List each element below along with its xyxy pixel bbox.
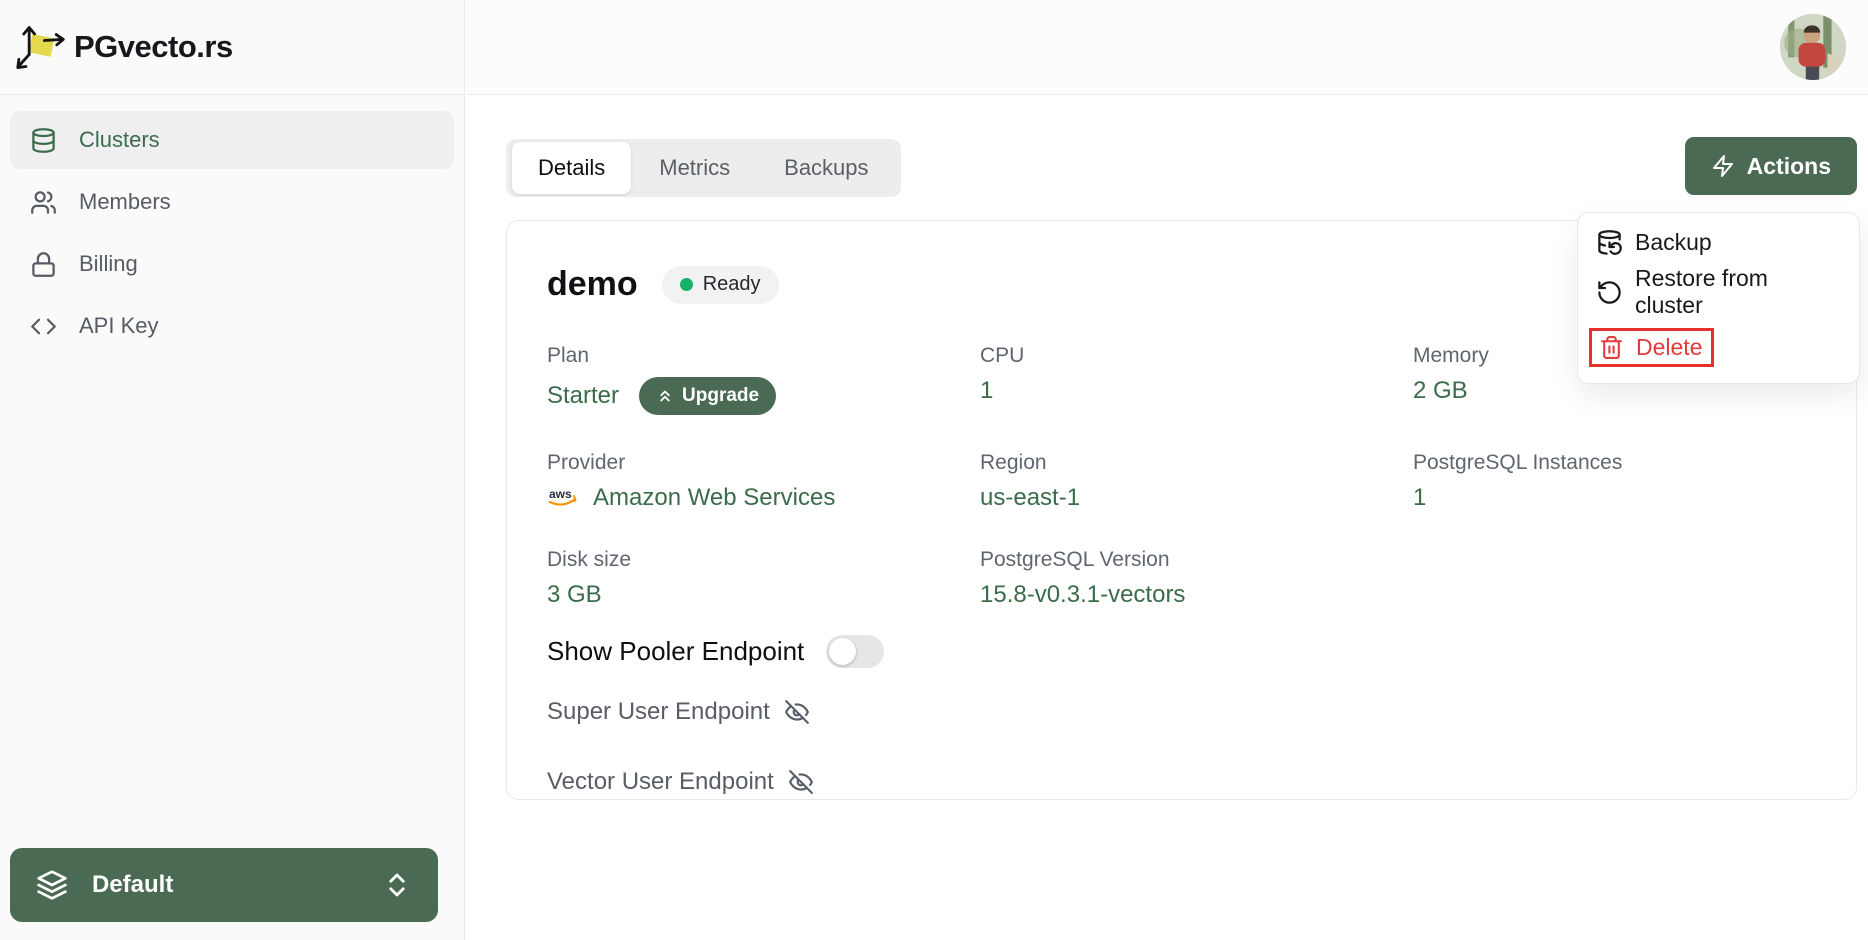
pgvectors-logo-icon bbox=[14, 21, 66, 73]
field-label: Plan bbox=[547, 344, 590, 367]
menu-item-backup[interactable]: Backup bbox=[1596, 229, 1841, 256]
super-user-endpoint-row: Super User Endpoint bbox=[547, 698, 1816, 726]
sidebar-item-billing[interactable]: Billing bbox=[10, 235, 454, 293]
actions-button[interactable]: Actions bbox=[1684, 137, 1857, 195]
menu-item-delete[interactable]: Delete bbox=[1589, 328, 1715, 367]
brand: PGvecto.rs bbox=[0, 0, 464, 95]
field-plan: Plan Starter Upgrade bbox=[547, 344, 980, 415]
field-label: Provider bbox=[547, 451, 626, 474]
sidebar-item-api-key[interactable]: API Key bbox=[10, 297, 454, 355]
eye-off-icon[interactable] bbox=[788, 769, 814, 795]
sidebar-item-label: API Key bbox=[79, 313, 159, 338]
status-label: Ready bbox=[702, 273, 761, 295]
field-region: Region us-east-1 bbox=[980, 451, 1413, 512]
cpu-value: 1 bbox=[980, 377, 994, 404]
field-label: Region bbox=[980, 451, 1047, 474]
endpoint-label: Super User Endpoint bbox=[547, 698, 770, 725]
status-badge: Ready bbox=[661, 265, 779, 304]
app-title: PGvecto.rs bbox=[74, 29, 233, 64]
actions-dropdown-menu: Backup Restore from cluster Delete bbox=[1577, 212, 1860, 384]
workspace-switcher[interactable]: Default bbox=[10, 848, 438, 922]
field-postgres-version: PostgreSQL Version 15.8-v0.3.1-vectors bbox=[980, 548, 1413, 609]
top-header bbox=[466, 0, 1868, 95]
field-disk-size: Disk size 3 GB bbox=[547, 548, 980, 609]
user-avatar[interactable] bbox=[1780, 14, 1846, 80]
field-postgres-instances: PostgreSQL Instances 1 bbox=[1413, 451, 1816, 512]
trash-icon bbox=[1599, 335, 1624, 360]
workspace-name: Default bbox=[92, 871, 174, 898]
database-icon bbox=[30, 127, 57, 154]
instances-value: 1 bbox=[1413, 484, 1427, 511]
sidebar: PGvecto.rs Clusters Members Billing API … bbox=[0, 0, 465, 940]
sidebar-item-label: Members bbox=[79, 189, 171, 214]
tab-metrics[interactable]: Metrics bbox=[633, 142, 756, 194]
rotate-ccw-icon bbox=[1596, 279, 1623, 306]
menu-item-label: Restore from cluster bbox=[1635, 265, 1768, 318]
disk-value: 3 GB bbox=[547, 581, 602, 608]
upgrade-button-label: Upgrade bbox=[682, 385, 760, 406]
region-value: us-east-1 bbox=[980, 484, 1081, 511]
sidebar-item-label: Billing bbox=[79, 251, 138, 276]
code-icon bbox=[30, 313, 57, 340]
zap-icon bbox=[1711, 154, 1735, 178]
field-label: PostgreSQL Version bbox=[980, 548, 1170, 571]
menu-item-label: Backup bbox=[1635, 229, 1712, 255]
database-backup-icon bbox=[1596, 229, 1623, 256]
vector-user-endpoint-row: Vector User Endpoint bbox=[547, 768, 1816, 796]
field-label: PostgreSQL Instances bbox=[1413, 451, 1623, 474]
pooler-toggle-label: Show Pooler Endpoint bbox=[547, 636, 805, 666]
aws-logo-icon: aws bbox=[547, 486, 581, 510]
chevrons-up-icon bbox=[656, 387, 674, 405]
actions-button-label: Actions bbox=[1746, 152, 1831, 179]
users-icon bbox=[30, 189, 57, 216]
tab-details[interactable]: Details bbox=[512, 142, 632, 194]
field-label: Disk size bbox=[547, 548, 632, 571]
menu-item-label: Delete bbox=[1636, 334, 1703, 360]
cluster-tabs: Details Metrics Backups bbox=[506, 139, 901, 197]
field-cpu: CPU 1 bbox=[980, 344, 1413, 415]
sidebar-nav: Clusters Members Billing API Key bbox=[0, 95, 464, 371]
field-provider: Provider aws Amazon Web Services bbox=[547, 451, 980, 512]
cluster-name: demo bbox=[547, 265, 638, 303]
toggle-knob-icon bbox=[829, 638, 857, 665]
sidebar-item-members[interactable]: Members bbox=[10, 173, 454, 231]
layers-icon bbox=[36, 869, 68, 901]
provider-value: Amazon Web Services bbox=[593, 484, 836, 511]
lock-icon bbox=[30, 251, 57, 278]
sidebar-item-label: Clusters bbox=[79, 127, 160, 152]
chevrons-up-down-icon bbox=[382, 870, 412, 900]
menu-item-restore[interactable]: Restore from cluster bbox=[1596, 265, 1841, 319]
upgrade-button[interactable]: Upgrade bbox=[639, 377, 777, 415]
plan-value: Starter bbox=[547, 382, 620, 409]
field-label: CPU bbox=[980, 344, 1025, 367]
svg-text:aws: aws bbox=[549, 487, 572, 501]
version-value: 15.8-v0.3.1-vectors bbox=[980, 581, 1186, 608]
ready-dot-icon bbox=[679, 278, 693, 291]
tab-backups[interactable]: Backups bbox=[758, 142, 894, 194]
endpoint-label: Vector User Endpoint bbox=[547, 768, 774, 795]
sidebar-item-clusters[interactable]: Clusters bbox=[10, 111, 454, 169]
pooler-toggle[interactable] bbox=[826, 635, 885, 668]
eye-off-icon[interactable] bbox=[784, 699, 810, 725]
